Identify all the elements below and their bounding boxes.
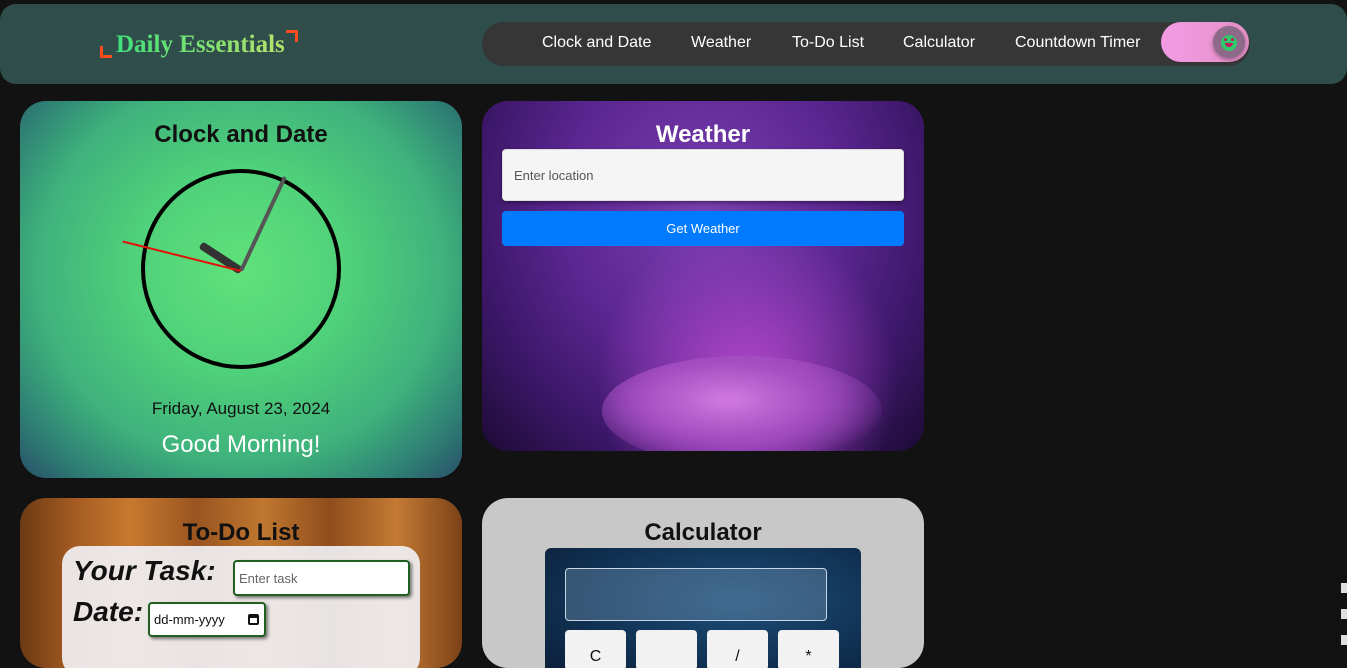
nav-todo-list[interactable]: To-Do List (792, 34, 864, 52)
smiley-face-icon (1221, 35, 1237, 51)
logo-bracket-left (100, 46, 112, 58)
date-input[interactable]: dd-mm-yyyy (148, 602, 266, 637)
date-label: Date: (73, 596, 144, 627)
analog-clock (122, 169, 341, 369)
task-input[interactable] (233, 560, 410, 596)
get-weather-button[interactable]: Get Weather (502, 211, 904, 246)
theme-toggle[interactable] (1161, 22, 1249, 62)
clock-card: Clock and Date Friday, August 23, 2024 G… (20, 101, 462, 478)
todo-card: To-Do List Your Task: Date: dd-mm-yyyy (20, 498, 462, 668)
logo-bracket-right (286, 30, 298, 42)
nav-countdown-timer[interactable]: Countdown Timer (1015, 34, 1140, 52)
calendar-icon[interactable] (248, 614, 259, 625)
date-placeholder: dd-mm-yyyy (154, 612, 225, 627)
header: Daily Essentials Clock and Date Weather … (0, 4, 1347, 84)
calc-key-divide[interactable]: / (707, 630, 768, 668)
weather-title: Weather (655, 121, 751, 148)
calc-key-multiply[interactable]: * (778, 630, 839, 668)
storm-cloud-image (602, 356, 882, 451)
todo-title: To-Do List (182, 519, 300, 546)
clock-title: Clock and Date (154, 121, 328, 148)
nav-weather[interactable]: Weather (691, 34, 751, 52)
task-label: Your Task: (73, 555, 216, 586)
greeting-text: Good Morning! (161, 431, 321, 458)
partial-offscreen-element (1341, 583, 1347, 661)
minute-hand (239, 175, 287, 272)
calculator-title: Calculator (644, 519, 762, 546)
nav-calculator[interactable]: Calculator (903, 34, 975, 52)
nav-clock-and-date[interactable]: Clock and Date (542, 34, 651, 52)
calc-key-clear[interactable]: C (565, 630, 626, 668)
nav-bar: Clock and Date Weather To-Do List Calcul… (482, 22, 1250, 66)
todo-form: Your Task: Date: dd-mm-yyyy (62, 546, 420, 668)
calculator-card: Calculator C / * (482, 498, 924, 668)
logo-text: Daily Essentials (116, 31, 285, 58)
calculator-body: C / * (545, 548, 861, 668)
logo[interactable]: Daily Essentials (100, 26, 300, 64)
calc-key-blank[interactable] (636, 630, 697, 668)
toggle-knob[interactable] (1213, 26, 1245, 58)
calculator-display (565, 568, 827, 621)
location-input[interactable] (502, 149, 904, 201)
weather-card: Weather Get Weather (482, 101, 924, 451)
current-date: Friday, August 23, 2024 (151, 399, 331, 418)
